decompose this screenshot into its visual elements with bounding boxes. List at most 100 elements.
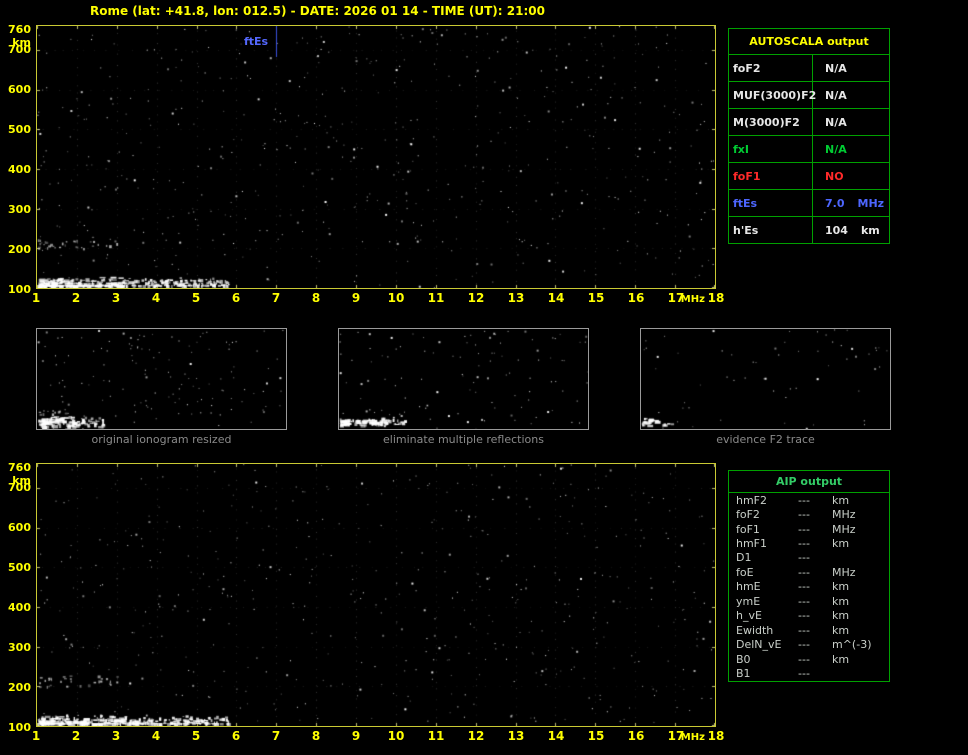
- x-tick-label: 6: [231, 291, 241, 305]
- x-tick-label: 15: [587, 291, 605, 305]
- autoscala-value-text: 7.0: [825, 196, 845, 210]
- autoscala-row-label: foF1: [729, 163, 813, 189]
- autoscala-row: M(3000)F2 N/A: [729, 108, 889, 135]
- x-tick-label: 1: [31, 729, 41, 743]
- x-tick-label: 1: [31, 291, 41, 305]
- aip-row: hmE --- km: [729, 580, 889, 594]
- y-tick-label: 100: [8, 282, 31, 296]
- x-axis-labels-bottom: 1 2 3 4 5 6 7 8 9 10 11 12 13 14 15 16 17 18 MHz: [32, 729, 725, 743]
- autoscala-row-label: fxI: [729, 136, 813, 162]
- x-tick-label: 9: [351, 291, 361, 305]
- thumbnail-caption-reflections: eliminate multiple reflections: [383, 433, 544, 446]
- aip-row: Ewidth --- km: [729, 623, 889, 637]
- aip-row-name: ymE: [736, 594, 761, 608]
- x-tick-label: 13: [507, 291, 525, 305]
- autoscala-row-value: N/A: [813, 136, 889, 162]
- aip-row: foE --- MHz: [729, 565, 889, 579]
- aip-row-value: ---: [798, 493, 810, 507]
- aip-row-value: ---: [798, 623, 810, 637]
- y-tick-label: 700: [8, 480, 31, 494]
- aip-row-unit: km: [832, 609, 850, 623]
- x-tick-label: 10: [387, 729, 405, 743]
- thumbnail-caption-f2: evidence F2 trace: [716, 433, 815, 446]
- y-tick-label: 760: [8, 461, 31, 474]
- autoscala-row-value: 7.0 MHz: [813, 190, 889, 216]
- x-axis-unit: MHz: [680, 732, 705, 743]
- y-tick-label: 100: [8, 720, 31, 734]
- ionogram-plot-top: ftEs: [36, 25, 716, 289]
- aip-row-value: ---: [798, 537, 810, 551]
- aip-row-value: ---: [798, 594, 810, 608]
- aip-output-table: AIP output hmF2 --- km foF2 --- MHz foF1 --- MHz…: [728, 470, 890, 682]
- aip-row-name: D1: [736, 551, 752, 565]
- autoscala-value-text: 104: [825, 223, 848, 237]
- thumbnail-canvas-f2: [641, 329, 890, 429]
- header-title: Rome (lat: +41.8, lon: 012.5) - DATE: 20…: [90, 4, 545, 18]
- autoscala-row-label: h'Es: [729, 217, 813, 243]
- aip-row-value: ---: [798, 652, 810, 666]
- thumbnail-evidence-f2: [640, 328, 891, 430]
- y-tick-label: 400: [8, 162, 31, 176]
- aip-row: B1 ---: [729, 666, 889, 680]
- ionogram-plot-bottom: [36, 463, 716, 727]
- x-tick-label: 5: [191, 291, 201, 305]
- x-tick-label: 11: [427, 729, 445, 743]
- aip-row-unit: km: [832, 493, 850, 507]
- x-tick-label: 7: [271, 729, 281, 743]
- y-tick-label: 200: [8, 242, 31, 256]
- aip-row-name: Ewidth: [736, 623, 774, 637]
- aip-row: hmF2 --- km: [729, 493, 889, 507]
- y-tick-label: 700: [8, 42, 31, 56]
- autoscala-table-rows: foF2 N/A MUF(3000)F2 N/A M(3000)F2 N/A fxI N/A f…: [729, 54, 889, 243]
- x-tick-label: 4: [151, 291, 161, 305]
- autoscala-row: h'Es 104 km: [729, 216, 889, 243]
- thumbnail-eliminate-reflections: [338, 328, 589, 430]
- aip-row-name: foF2: [736, 508, 760, 522]
- ftes-marker-label: ftEs: [244, 35, 269, 48]
- aip-row-name: hmF1: [736, 537, 768, 551]
- autoscala-row: foF1 NO: [729, 162, 889, 189]
- y-tick-label: 300: [8, 202, 31, 216]
- aip-row-unit: m^(-3): [832, 638, 872, 652]
- aip-row-unit: km: [832, 623, 850, 637]
- thumbnail-canvas-original: [37, 329, 286, 429]
- autoscala-value-text: N/A: [825, 61, 847, 75]
- y-tick-label: 500: [8, 560, 31, 574]
- aip-row-unit: km: [832, 537, 850, 551]
- y-tick-label: 600: [8, 520, 31, 534]
- autoscala-row-value: N/A: [813, 55, 889, 81]
- aip-row: h_vE --- km: [729, 609, 889, 623]
- autoscala-value-text: N/A: [825, 88, 847, 102]
- x-tick-label: 11: [427, 291, 445, 305]
- autoscala-row-label: MUF(3000)F2: [729, 82, 816, 108]
- aip-row: DelN_vE --- m^(-3): [729, 637, 889, 651]
- x-tick-label: 18: [707, 729, 725, 743]
- x-tick-label: 2: [71, 729, 81, 743]
- y-tick-label: 400: [8, 600, 31, 614]
- x-tick-label: 8: [311, 729, 321, 743]
- x-tick-label: 4: [151, 729, 161, 743]
- autoscala-row-value: N/A: [813, 82, 889, 108]
- x-tick-label: 14: [547, 291, 565, 305]
- x-axis-unit: MHz: [680, 294, 705, 305]
- x-tick-label: 16: [627, 291, 645, 305]
- aip-row-name: h_vE: [736, 609, 762, 623]
- autoscala-row-label: foF2: [729, 55, 813, 81]
- x-tick-label: 13: [507, 729, 525, 743]
- aip-row-name: hmE: [736, 580, 761, 594]
- aip-row-unit: MHz: [832, 508, 856, 522]
- x-tick-label: 16: [627, 729, 645, 743]
- x-tick-label: 12: [467, 291, 485, 305]
- thumbnail-caption-original: original ionogram resized: [91, 433, 232, 446]
- y-tick-label: 200: [8, 680, 31, 694]
- aip-row: foF1 --- MHz: [729, 522, 889, 536]
- aip-row-value: ---: [798, 638, 810, 652]
- autoscala-value-unit: km: [860, 223, 880, 237]
- y-axis-labels-top: 760 km 700 600 500 400 300 200 100: [0, 23, 34, 296]
- aip-row-value: ---: [798, 666, 810, 680]
- y-axis-labels-bottom: 760 km 700 600 500 400 300 200 100: [0, 461, 34, 734]
- x-tick-label: 12: [467, 729, 485, 743]
- x-tick-label: 5: [191, 729, 201, 743]
- ionogram-canvas-top: [37, 26, 715, 288]
- autoscala-value-text: N/A: [825, 115, 847, 129]
